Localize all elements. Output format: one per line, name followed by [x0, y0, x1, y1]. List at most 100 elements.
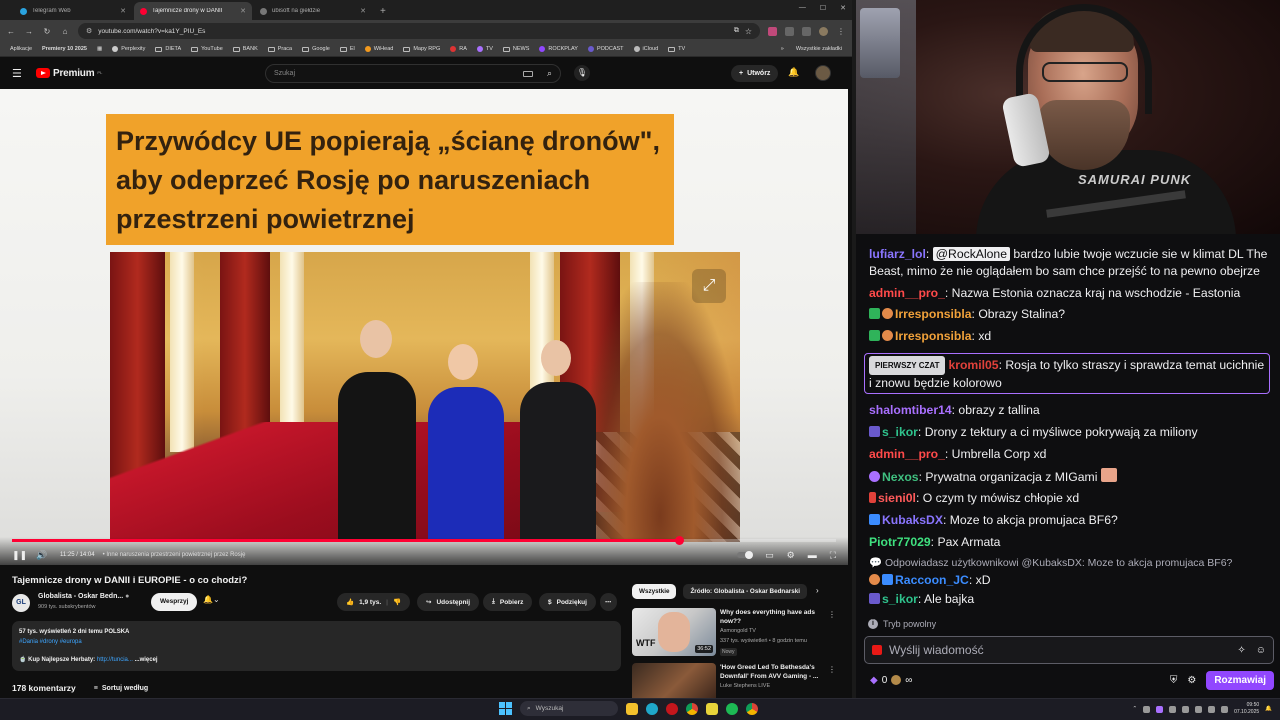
chat-username[interactable]: Nexos — [882, 470, 919, 484]
chat-username[interactable]: Piotr77029 — [869, 535, 931, 549]
create-button[interactable]: + Utwórz — [731, 65, 779, 82]
download-button[interactable]: ⤓ Pobierz — [483, 593, 533, 611]
bookmark-podcast[interactable]: PODCAST — [587, 46, 624, 52]
battery-icon[interactable] — [1221, 705, 1229, 713]
bookmark-ra[interactable]: RA — [450, 46, 467, 52]
chat-username[interactable]: kromil05 — [948, 358, 998, 372]
file-explorer-icon[interactable] — [626, 702, 638, 715]
bookmark-apps[interactable]: Aplikacje — [10, 46, 32, 52]
chat-username[interactable]: sieni0l — [878, 491, 916, 505]
subscription-bell-icon[interactable]: 🔔⌄ — [203, 595, 220, 604]
bits-icon[interactable] — [872, 645, 882, 655]
tab-youtube-video[interactable]: Tajemnicze drony w DANII ✕ — [134, 2, 252, 20]
edge-icon[interactable] — [646, 702, 658, 715]
channel-points[interactable]: ◆ 0 ∞ — [870, 675, 912, 686]
chapter-title[interactable]: • Inne naruszenia przestrzeni powietrzne… — [103, 552, 246, 558]
extension-icon[interactable] — [768, 26, 777, 36]
recommendation-item[interactable]: WTF 36:52 Why does everything have ads n… — [632, 608, 842, 660]
more-vert-icon[interactable]: ⋮ — [828, 610, 836, 619]
tray-app-icon[interactable] — [1182, 705, 1190, 713]
install-icon[interactable]: ⧉ — [734, 27, 739, 35]
maximize-icon[interactable]: ☐ — [820, 4, 826, 12]
chat-username[interactable]: KubaksDX — [882, 513, 943, 527]
forward-icon[interactable]: → — [24, 27, 34, 36]
fullscreen-icon[interactable]: ⛶ — [830, 550, 836, 561]
bookmark-tv-folder[interactable]: TV — [668, 46, 685, 52]
reload-icon[interactable]: ↻ — [42, 27, 52, 36]
bookmark-wihead[interactable]: WiHead — [364, 46, 393, 52]
bookmark-icloud[interactable]: iCloud — [633, 46, 658, 52]
channel-avatar[interactable]: GL — [12, 594, 30, 612]
support-button[interactable]: Wesprzyj — [151, 593, 198, 611]
sparkle-icon[interactable]: ✧ — [1237, 645, 1245, 656]
notifications-bell-icon[interactable]: 🔔 — [788, 67, 799, 78]
mention[interactable]: @RockAlone — [932, 247, 1010, 261]
sidepanel-icon[interactable] — [802, 26, 811, 36]
promo-link[interactable]: http://tuncia... — [97, 657, 133, 663]
hamburger-menu-icon[interactable]: ☰ — [12, 67, 26, 80]
notes-icon[interactable] — [706, 702, 718, 715]
volume-icon[interactable] — [1208, 705, 1216, 713]
youtube-premium-logo[interactable]: Premium PL — [36, 68, 102, 79]
recommendation-item[interactable]: 'How Greed Led To Bethesda's Downfall' F… — [632, 663, 842, 698]
hashtags[interactable]: #Dania #drony #europa — [19, 637, 614, 647]
volume-icon[interactable]: 🔊 — [35, 550, 49, 561]
shield-icon[interactable]: ⛨ — [1170, 675, 1178, 686]
bookmark-star-icon[interactable]: ☆ — [745, 27, 752, 36]
spotify-icon[interactable] — [726, 702, 738, 715]
tray-chevron-icon[interactable]: ⌃ — [1133, 706, 1138, 712]
theater-mode-icon[interactable]: ▬ — [808, 550, 817, 560]
tab-ubisoft[interactable]: ubisoft na giełdzie ✕ — [254, 2, 372, 20]
chat-username[interactable]: Raccoon_JC — [895, 573, 969, 587]
chat-username[interactable]: admin__pro_ — [869, 286, 945, 300]
tray-app-icon[interactable] — [1143, 705, 1151, 713]
tray-app-icon[interactable] — [1169, 705, 1177, 713]
bookmark-praca[interactable]: Praca — [267, 46, 292, 52]
more-actions-button[interactable]: ⋯ — [600, 593, 617, 611]
video-thumbnail[interactable]: WTF 36:52 — [632, 608, 716, 656]
bookmark-rockplay[interactable]: ROCKPLAY — [539, 46, 578, 52]
close-tab-icon[interactable]: ✕ — [360, 7, 366, 15]
windows-start-icon[interactable] — [499, 702, 512, 715]
site-info-icon[interactable]: ⚙ — [86, 27, 92, 35]
opera-icon[interactable] — [666, 702, 678, 715]
back-icon[interactable]: ← — [6, 27, 16, 36]
chat-username[interactable]: s_ikor — [882, 425, 918, 439]
bookmark-google[interactable]: Google — [302, 46, 330, 52]
channel-name[interactable]: Luke Stephens LIVE — [720, 683, 770, 689]
chat-username[interactable]: s_ikor — [882, 592, 918, 606]
autoplay-toggle[interactable] — [737, 551, 754, 559]
chat-username[interactable]: shalomtiber14 — [869, 403, 952, 417]
share-button[interactable]: ↪ Udostępnij — [417, 593, 480, 611]
chat-settings-gear-icon[interactable]: ⚙ — [1187, 675, 1196, 686]
sort-comments-button[interactable]: ≡ Sortuj według — [94, 685, 148, 692]
minimize-icon[interactable]: — — [799, 4, 806, 12]
bookmark-mapy-rpg[interactable]: Mapy RPG — [403, 46, 440, 52]
subtitles-icon[interactable]: ▭ — [765, 550, 774, 561]
chip-all[interactable]: Wszystkie — [632, 584, 677, 599]
all-bookmarks[interactable]: » Wszystkie zakładki — [781, 46, 842, 52]
address-bar[interactable]: ⚙ youtube.com/watch?v=ka1Y_PIU_Es ⧉ ☆ — [78, 23, 760, 39]
pause-icon[interactable]: ❚❚ — [12, 550, 27, 561]
like-button[interactable]: 👍 1,9 tys. | 👎 — [337, 593, 411, 611]
bookmark-perplexity[interactable]: Perplexity — [112, 46, 145, 52]
bookmark-tv[interactable]: TV — [476, 46, 493, 52]
channel-name[interactable]: Globalista - Oskar Bedn... ● — [38, 593, 129, 600]
bookmark-bank[interactable]: BANK — [232, 46, 258, 52]
account-avatar[interactable] — [815, 65, 831, 81]
browser-menu-icon[interactable]: ⋮ — [836, 27, 846, 36]
taskbar-search[interactable]: ⌕ Wyszukaj — [520, 701, 618, 716]
bookmark-news[interactable]: NEWS — [502, 46, 529, 52]
chat-username[interactable]: admin__pro_ — [869, 447, 945, 461]
bookmark-youtube[interactable]: YouTube — [191, 46, 223, 52]
clock[interactable]: 09:50 07.10.2025 — [1234, 702, 1259, 716]
bookmark-dieta[interactable]: DIETA — [155, 46, 181, 52]
close-tab-icon[interactable]: ✕ — [120, 7, 126, 15]
bookmark-premiery[interactable]: Premiery 10 2025 — [42, 46, 87, 52]
expand-icon[interactable]: ⤢ — [692, 269, 726, 303]
bookmark-el[interactable]: El — [339, 46, 355, 52]
show-more[interactable]: ...więcej — [135, 657, 158, 663]
chat-input[interactable]: Wyślij wiadomość ✧ ☺ — [864, 636, 1274, 664]
emote-picker-icon[interactable]: ☺ — [1256, 645, 1266, 656]
chat-username[interactable]: lufiarz_lol — [869, 247, 926, 261]
